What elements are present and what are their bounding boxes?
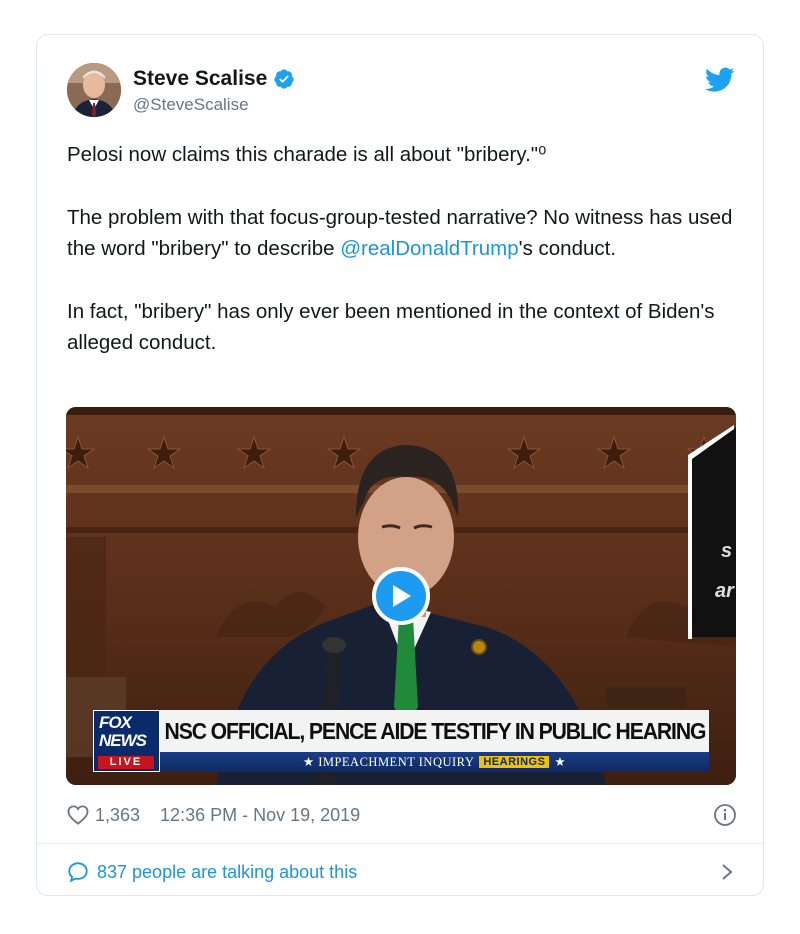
speech-bubble-icon	[68, 862, 88, 883]
news-chyron: FOX NEWS LIVE NSC OFFICIAL, PENCE AIDE T…	[93, 710, 709, 772]
like-count[interactable]: 1,363	[95, 805, 140, 826]
sign-text-2: ar	[715, 580, 735, 602]
tweet-text-segment: 's conduct.	[518, 237, 617, 260]
tweet-card: Steve Scalise @SteveScalise Pelosi now c…	[36, 34, 764, 896]
video-player[interactable]: s ar FOX NEWS LIVE NSC OFFICIAL, PENCE A…	[66, 407, 736, 785]
conversation-link[interactable]: 837 people are talking about this	[67, 857, 737, 887]
avatar[interactable]	[67, 63, 121, 117]
logo-text-news: NEWS	[99, 731, 147, 750]
mention-link[interactable]: @realDonaldTrump	[340, 237, 518, 260]
tweet-text: Pelosi now claims this charade is all ab…	[67, 139, 737, 390]
live-badge: LIVE	[98, 756, 154, 769]
chyron-sub-right: ★	[554, 755, 567, 769]
timestamp[interactable]: 12:36 PM - Nov 19, 2019	[160, 805, 360, 826]
play-button[interactable]	[372, 567, 430, 625]
chyron-tag: HEARINGS	[479, 756, 550, 768]
verified-badge-icon	[274, 69, 294, 89]
logo-text-fox: FOX	[99, 713, 132, 732]
headline-bar: NSC OFFICIAL, PENCE AIDE TESTIFY IN PUBL…	[160, 710, 709, 752]
info-icon[interactable]	[713, 803, 737, 827]
chevron-right-icon[interactable]	[721, 863, 733, 881]
fox-news-logo: FOX NEWS LIVE	[93, 710, 160, 772]
sign-text-1: s	[721, 540, 732, 562]
author-name[interactable]: Steve Scalise	[133, 67, 267, 91]
tweet-meta: 1,363 12:36 PM - Nov 19, 2019	[67, 800, 737, 830]
conversation-label[interactable]: 837 people are talking about this	[97, 862, 357, 883]
divider	[37, 843, 763, 844]
tweet-paragraph-3: In fact, "bribery" has only ever been me…	[67, 300, 715, 354]
chyron-subbar: ★ IMPEACHMENT INQUIRY HEARINGS ★	[160, 752, 709, 772]
chyron-sub-left: ★ IMPEACHMENT INQUIRY	[302, 755, 475, 769]
heart-icon[interactable]	[67, 805, 89, 825]
tweet-paragraph-1: Pelosi now claims this charade is all ab…	[67, 143, 547, 166]
twitter-bird-icon[interactable]	[705, 67, 735, 93]
chyron-headline: NSC OFFICIAL, PENCE AIDE TESTIFY IN PUBL…	[164, 717, 706, 744]
author-handle[interactable]: @SteveScalise	[133, 95, 249, 115]
play-icon	[393, 585, 411, 607]
tweet-paragraph-2: The problem with that focus-group-tested…	[67, 202, 737, 264]
